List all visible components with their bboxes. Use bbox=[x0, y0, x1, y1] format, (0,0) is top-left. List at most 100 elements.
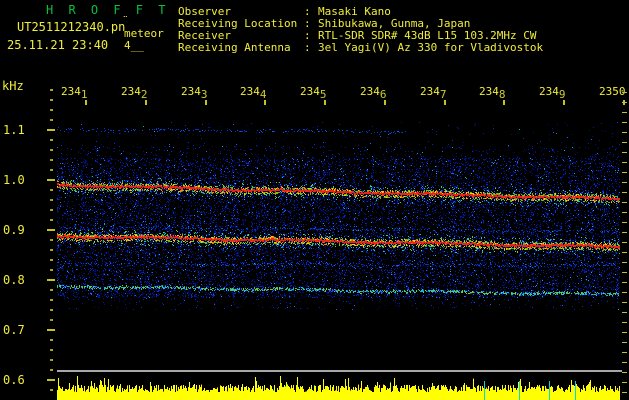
right-axis-tick bbox=[622, 272, 627, 273]
time-tick-label-text: 234 bbox=[539, 85, 559, 98]
time-tick-label: 2346 bbox=[360, 85, 387, 100]
right-axis-tick bbox=[622, 382, 627, 383]
spectrogram-canvas bbox=[57, 105, 620, 365]
time-tick bbox=[85, 100, 87, 105]
freq-minor-tick bbox=[50, 99, 53, 101]
datetime-suffix: 4__ bbox=[124, 39, 144, 52]
freq-minor-tick bbox=[50, 269, 53, 271]
freq-minor-tick bbox=[50, 139, 53, 141]
right-axis-tick bbox=[622, 262, 627, 263]
freq-minor-tick bbox=[50, 239, 53, 241]
time-tick-label: 2341 bbox=[61, 85, 88, 100]
freq-minor-tick bbox=[50, 199, 53, 201]
freq-minor-tick bbox=[50, 89, 53, 91]
right-axis-tick bbox=[622, 232, 627, 233]
right-axis-tick bbox=[622, 132, 627, 133]
right-axis-tick bbox=[622, 172, 627, 173]
freq-minor-tick bbox=[50, 369, 53, 371]
freq-minor-tick bbox=[50, 189, 53, 191]
freq-tick-label: 1.0 bbox=[3, 173, 25, 187]
right-axis-tick bbox=[622, 342, 627, 343]
freq-minor-tick bbox=[50, 169, 53, 171]
time-tick-label: 2344 bbox=[240, 85, 267, 100]
freq-minor-tick bbox=[50, 109, 53, 111]
freq-major-tick bbox=[47, 179, 55, 181]
info-colon: : bbox=[304, 17, 311, 30]
freq-major-tick bbox=[47, 379, 55, 381]
right-axis-tick bbox=[622, 332, 627, 333]
freq-minor-tick bbox=[50, 319, 53, 321]
freq-tick-label: 0.9 bbox=[3, 223, 25, 237]
time-tick-label-text: 234 bbox=[360, 85, 380, 98]
right-axis-tick bbox=[622, 152, 627, 153]
time-tick bbox=[324, 100, 326, 105]
info-value: 3el Yagi(V) Az 330 for Vladivostok bbox=[318, 41, 544, 54]
time-tick bbox=[444, 100, 446, 105]
freq-tick-label: 0.7 bbox=[3, 323, 25, 337]
right-axis-tick bbox=[622, 372, 627, 373]
time-tick-label: 2348 bbox=[479, 85, 506, 100]
right-axis-tick bbox=[622, 182, 627, 183]
freq-minor-tick bbox=[50, 289, 53, 291]
time-tick-label-text: 234 bbox=[61, 85, 81, 98]
time-tick bbox=[145, 100, 147, 105]
right-axis-tick bbox=[622, 292, 627, 293]
info-row-observer: Observer: Masaki Kano bbox=[178, 6, 391, 17]
right-axis-tick bbox=[622, 362, 627, 363]
right-axis-tick bbox=[622, 322, 627, 323]
info-label: Receiving Antenna bbox=[178, 41, 291, 54]
freq-minor-tick bbox=[50, 359, 53, 361]
right-axis-tick bbox=[622, 242, 627, 243]
filename-overlay-marks: ¨ bbox=[122, 14, 129, 27]
time-tick-label-text: 234 bbox=[479, 85, 499, 98]
freq-axis-unit-label: kHz bbox=[2, 79, 24, 93]
right-axis-tick bbox=[622, 92, 627, 93]
freq-major-tick bbox=[47, 279, 55, 281]
right-axis-tick bbox=[622, 102, 627, 103]
time-tick-label-text: 234 bbox=[121, 85, 141, 98]
time-tick bbox=[264, 100, 266, 105]
freq-minor-tick bbox=[50, 209, 53, 211]
info-colon: : bbox=[304, 41, 311, 54]
time-tick-label: 2349 bbox=[539, 85, 566, 100]
time-tick-label: 2347 bbox=[420, 86, 447, 100]
freq-minor-tick bbox=[50, 389, 53, 391]
time-tick bbox=[205, 100, 207, 105]
right-axis-tick bbox=[622, 142, 627, 143]
info-row-receiver: Receiver: RTL-SDR SDR# 43dB L15 103.2MHz … bbox=[178, 30, 537, 41]
observation-name: meteor bbox=[124, 27, 164, 40]
right-axis-tick bbox=[622, 282, 627, 283]
time-tick-label-text: 234 bbox=[181, 85, 201, 98]
signal-level-bar-canvas bbox=[57, 374, 620, 400]
time-tick bbox=[503, 100, 505, 105]
time-tick-label: 2343 bbox=[181, 85, 208, 100]
freq-tick-label: 1.1 bbox=[3, 123, 25, 137]
right-axis-tick bbox=[622, 162, 627, 163]
output-filename: UT2511212340.pn bbox=[17, 20, 126, 34]
freq-major-tick bbox=[47, 129, 55, 131]
info-colon: : bbox=[304, 29, 311, 42]
info-row-antenna: Receiving Antenna:3el Yagi(V) Az 330 for… bbox=[178, 42, 543, 53]
time-tick-label-text: 234 bbox=[300, 85, 320, 98]
freq-minor-tick bbox=[50, 159, 53, 161]
right-axis-tick bbox=[622, 112, 627, 113]
right-axis-tick bbox=[622, 122, 627, 123]
info-label: Receiver bbox=[178, 29, 231, 42]
freq-minor-tick bbox=[50, 339, 53, 341]
right-axis-tick bbox=[622, 392, 627, 393]
app-title: H R O F F T bbox=[46, 3, 170, 17]
time-tick-label-text: 234 bbox=[240, 85, 260, 98]
hrofft-output-image: H R O F F T UT2511212340.pn ¨ meteor 25.… bbox=[0, 0, 629, 400]
freq-minor-tick bbox=[50, 299, 53, 301]
time-tick bbox=[563, 100, 565, 105]
right-axis-tick bbox=[622, 212, 627, 213]
freq-minor-tick bbox=[50, 219, 53, 221]
info-colon: : bbox=[304, 5, 311, 18]
observation-datetime: 25.11.21 23:40 bbox=[7, 38, 109, 52]
time-tick bbox=[384, 100, 386, 105]
info-label: Receiving Location bbox=[178, 17, 298, 30]
right-axis-tick bbox=[622, 252, 627, 253]
right-axis-tick bbox=[622, 222, 627, 223]
level-bar-baseline bbox=[57, 370, 622, 372]
freq-minor-tick bbox=[50, 259, 53, 261]
